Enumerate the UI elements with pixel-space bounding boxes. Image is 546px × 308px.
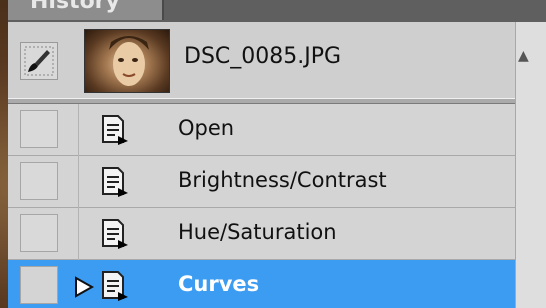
history-step-open[interactable]: Open [8,104,515,156]
scrollbar[interactable] [515,22,546,308]
history-step-icon [100,114,130,150]
history-step-hue-saturation[interactable]: Hue/Saturation [8,208,515,260]
step-snapshot-toggle[interactable] [20,162,58,200]
step-snapshot-toggle[interactable] [20,214,58,252]
step-snapshot-toggle[interactable] [20,110,58,148]
column-separator [78,104,79,156]
history-step-label: Hue/Saturation [178,220,337,244]
history-step-brightness-contrast[interactable]: Brightness/Contrast [8,156,515,208]
history-step-label: Open [178,116,235,140]
column-separator [78,156,79,208]
history-panel: History DSC_0085.JPG Open Brightness/Con… [8,0,546,308]
history-step-label: Brightness/Contrast [178,168,387,192]
column-separator [78,208,79,260]
panel-tab-strip: History [8,0,546,22]
history-step-icon [100,270,130,306]
snapshot-filename: DSC_0085.JPG [184,44,342,69]
tab-history[interactable]: History [8,0,164,20]
snapshot-source-toggle[interactable] [20,42,58,80]
scroll-up-arrow-icon[interactable]: ▲ [518,48,529,64]
history-step-label: Curves [178,272,260,296]
history-step-icon [100,218,130,254]
snapshot-brush-icon [24,46,54,76]
history-step-curves[interactable]: Curves [8,260,515,308]
step-snapshot-toggle[interactable] [20,266,58,304]
snapshot-row[interactable]: DSC_0085.JPG [8,22,515,98]
snapshot-thumbnail[interactable] [84,29,170,93]
history-state-pointer-icon[interactable] [74,276,96,302]
history-step-icon [100,166,130,202]
